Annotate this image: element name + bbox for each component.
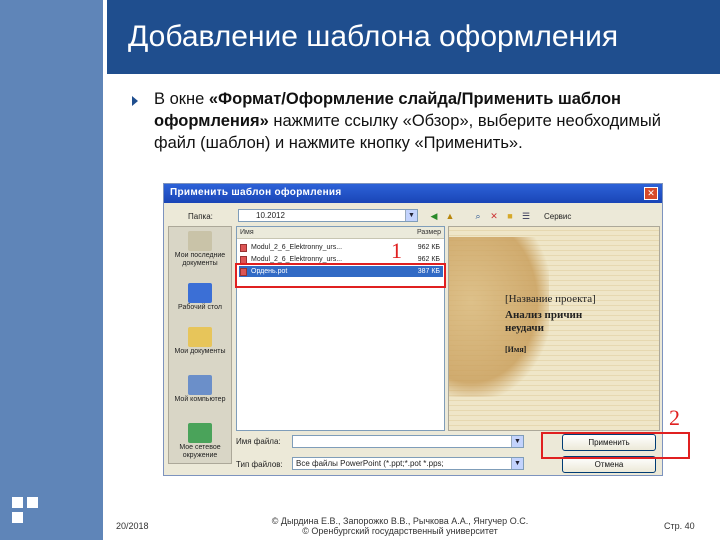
folder-value: 10.2012: [256, 211, 285, 220]
recent-documents-icon: [188, 231, 212, 251]
step-marker-1: 1: [391, 238, 402, 263]
filetype-value: Все файлы PowerPoint (*.ppt;*.pot *.pps;: [296, 459, 444, 468]
highlight-selected-file: [235, 263, 446, 288]
place-label: Мои последние документы: [174, 252, 226, 267]
up-folder-icon[interactable]: ▲: [444, 211, 456, 222]
column-header-name[interactable]: Имя: [237, 227, 377, 239]
file-name: Modul_2_6_Elektronny_urs...: [251, 244, 343, 251]
left-decor-band: [0, 0, 103, 540]
place-label: Мое сетевое окружение: [179, 444, 221, 459]
preview-project-name: [Название проекта]: [505, 293, 596, 305]
decor-square: [12, 497, 23, 508]
copyright-university: © Оренбургский государственный университ…: [302, 526, 498, 536]
copyright-authors: © Дырдина Е.В., Запорожко В.В., Рычкова …: [271, 516, 529, 526]
filename-input[interactable]: ▼: [292, 435, 524, 448]
step-marker-2: 2: [669, 405, 680, 430]
instruction-prefix: В окне: [154, 90, 209, 108]
highlight-apply-button: [541, 432, 690, 459]
footer-copyright: © Дырдина Е.В., Запорожко В.В., Рычкова …: [260, 516, 540, 536]
my-documents-icon: [188, 327, 212, 347]
place-label: Мой компьютер: [174, 396, 226, 403]
delete-icon[interactable]: ✕: [488, 211, 500, 222]
views-icon[interactable]: ☰: [520, 211, 532, 222]
chevron-down-icon: ▼: [511, 436, 523, 447]
file-size: 962 КБ: [417, 244, 440, 251]
folder-select[interactable]: 10.2012 ▼: [238, 209, 418, 222]
dialog-titlebar: Применить шаблон оформления ✕: [164, 184, 662, 203]
places-bar: Мои последние документы Рабочий стол Мои…: [168, 226, 232, 464]
slide-title: Добавление шаблона оформления: [128, 20, 619, 53]
page-number: Стр. 40: [664, 521, 695, 531]
place-recent[interactable]: Мои последние документы: [169, 231, 231, 268]
chevron-down-icon: ▼: [511, 458, 523, 469]
filetype-label: Тип файлов:: [236, 460, 283, 469]
place-my-computer[interactable]: Мой компьютер: [169, 375, 231, 404]
my-computer-icon: [188, 375, 212, 395]
search-web-icon[interactable]: ⌕: [472, 211, 484, 222]
chevron-down-icon: ▼: [405, 210, 417, 221]
preview-name: [Имя]: [505, 345, 527, 354]
filename-label: Имя файла:: [236, 437, 281, 446]
back-icon[interactable]: ◀: [428, 211, 440, 222]
place-my-documents[interactable]: Мои документы: [169, 327, 231, 356]
new-folder-icon[interactable]: ■: [504, 211, 516, 222]
place-network[interactable]: Мое сетевое окружение: [169, 423, 231, 460]
decor-square: [12, 512, 23, 523]
bullet-arrow-icon: [132, 96, 138, 106]
preview-heading: Анализ причин неудачи: [505, 309, 583, 334]
place-label: Рабочий стол: [178, 304, 222, 311]
footer-date: 20/2018: [116, 521, 149, 531]
decor-square: [27, 497, 38, 508]
close-icon[interactable]: ✕: [644, 187, 658, 200]
file-list: Имя Размер Modul_2_6_Elektronny_urs... 9…: [236, 226, 445, 431]
column-header-size[interactable]: Размер: [377, 227, 444, 239]
tools-menu[interactable]: Сервис: [544, 212, 571, 221]
place-label: Мои документы: [174, 348, 226, 355]
place-desktop[interactable]: Рабочий стол: [169, 283, 231, 312]
desktop-icon: [188, 283, 212, 303]
ppt-file-icon: [240, 244, 247, 252]
template-preview: [Название проекта] Анализ причин неудачи…: [448, 226, 660, 431]
network-icon: [188, 423, 212, 443]
file-row[interactable]: Modul_2_6_Elektronny_urs... 962 КБ: [239, 242, 443, 253]
dialog-title: Применить шаблон оформления: [170, 187, 342, 198]
folder-label: Папка:: [188, 212, 213, 221]
filetype-select[interactable]: Все файлы PowerPoint (*.ppt;*.pot *.pps;…: [292, 457, 524, 470]
instruction-text: В окне «Формат/Оформление слайда/Примени…: [154, 88, 704, 154]
